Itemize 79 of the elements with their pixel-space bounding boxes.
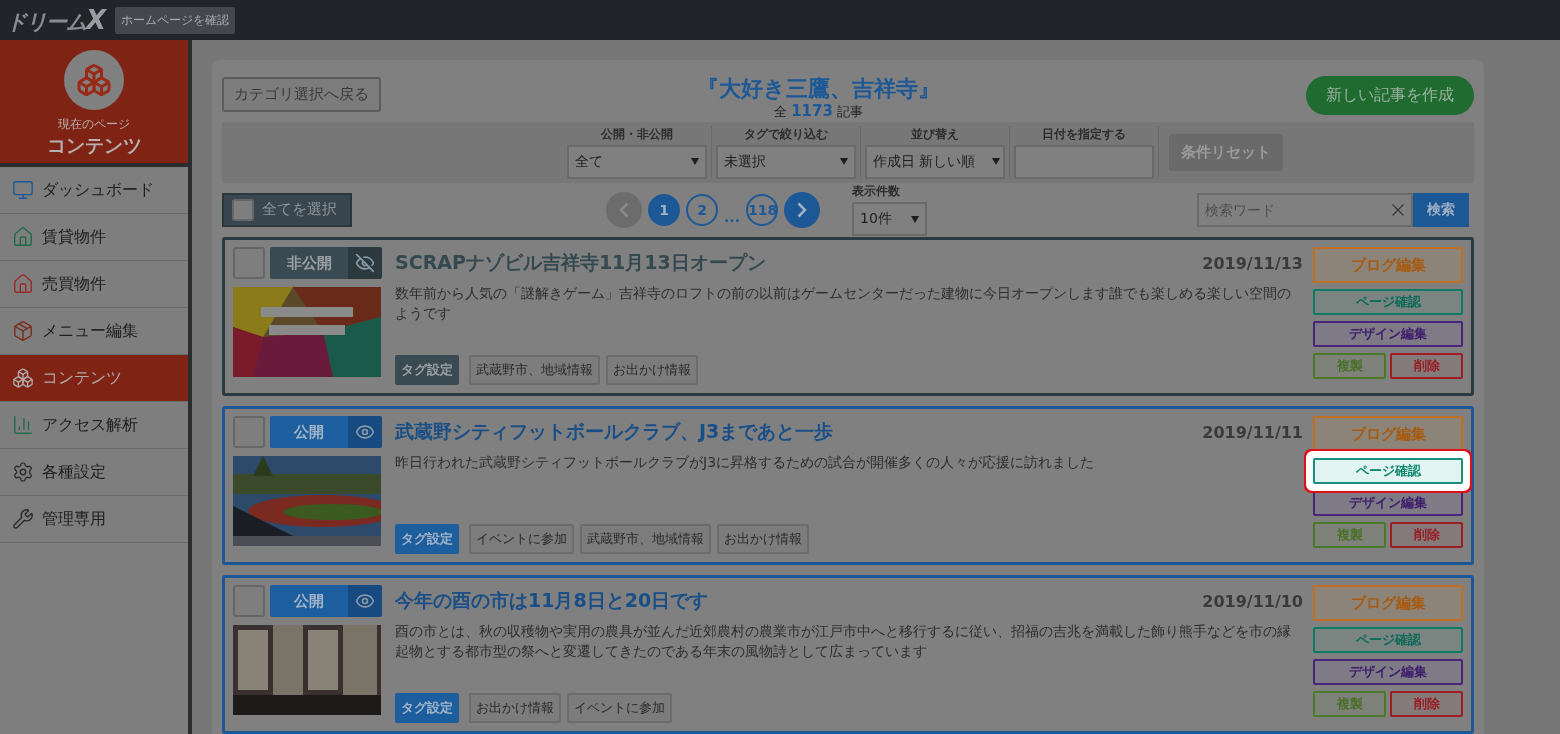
view-homepage-button[interactable]: ホームページを確認 [115, 6, 236, 34]
sidebar-item-label: コンテンツ [42, 367, 122, 389]
sidebar-item-label: ダッシュボード [42, 179, 154, 201]
back-to-categories-button[interactable]: カテゴリ選択へ戻る [222, 77, 381, 112]
design-action-button[interactable]: デザイン編集 [1313, 321, 1463, 347]
caret-icon [910, 215, 919, 223]
tag-settings-button[interactable]: タグ設定 [395, 355, 459, 385]
checkbox[interactable] [233, 416, 265, 448]
cubes-icon [12, 367, 34, 389]
sidebar-item-label: メニュー編集 [42, 320, 138, 342]
caret-icon [840, 158, 848, 166]
tag: イベントに参加 [567, 693, 672, 723]
sidebar-item-label: アクセス解析 [42, 414, 138, 436]
filter-label: 公開・非公開 [601, 125, 673, 143]
ellipsis: ... [724, 208, 740, 225]
tag: 武蔵野市、地域情報 [469, 355, 600, 385]
tag-settings-button[interactable]: タグ設定 [395, 693, 459, 723]
article-excerpt: 酉の市とは、秋の収穫物や実用の農具が並んだ近郊農村の農業市が江戸市中へと移行するに従い、招福の吉兆を満載した飾り熊手などを市の縁起物とする都市型の祭へと変遷してきたのである年末の風物詩として広まっています [395, 622, 1292, 661]
article-date: 2019/11/13 [1202, 253, 1303, 273]
checkbox[interactable] [232, 198, 254, 221]
house-icon [12, 226, 34, 248]
sidebar-item-label: 賃貸物件 [42, 226, 106, 248]
article-date: 2019/11/11 [1202, 422, 1303, 442]
caret-icon [992, 158, 1000, 166]
tag: お出かけ情報 [606, 355, 698, 385]
article-excerpt: 昨日行われた武蔵野シティフットボールクラブがJ3に昇格するための試合が開催多くの人々が応援に訪れました [395, 453, 1096, 472]
article-title[interactable]: SCRAPナゾビル吉祥寺11月13日オープン [395, 250, 766, 276]
tag-settings-button[interactable]: タグ設定 [395, 524, 459, 554]
logo[interactable]: ドリームX [6, 4, 106, 36]
new-article-button[interactable]: 新しい記事を作成 [1306, 76, 1474, 115]
category-title: 『大好き三鷹、吉祥寺』 [697, 76, 940, 102]
page-button[interactable]: 2 [686, 193, 718, 226]
cube-icon [12, 320, 34, 342]
design-action-button[interactable]: デザイン編集 [1313, 659, 1463, 685]
settings-icon [12, 461, 34, 483]
wrench-icon [12, 508, 34, 530]
select-all-label: 全てを選択 [262, 200, 337, 220]
article-count: 全 1173 記事 [774, 102, 863, 121]
tag: イベントに参加 [469, 524, 574, 554]
filter-select[interactable]: 作成日 新しい順 [865, 144, 1005, 179]
caret-icon [691, 158, 699, 166]
sidebar-item-label: 各種設定 [42, 461, 106, 483]
article-title[interactable]: 武蔵野シティフットボールクラブ、J3まであと一歩 [395, 419, 834, 445]
article-title[interactable]: 今年の酉の市は11月8日と20日です [395, 588, 709, 614]
chevron-right-icon [796, 201, 807, 218]
sidebar-item-label: 管理専用 [42, 508, 106, 530]
page-button[interactable]: 118 [745, 193, 778, 226]
delete-action-button[interactable]: 削除 [1390, 522, 1463, 548]
cubes-icon [64, 50, 124, 110]
tag: 武蔵野市、地域情報 [580, 524, 711, 554]
select-all-button[interactable]: 全てを選択 [222, 192, 352, 227]
per-page-select[interactable]: 10件 [851, 202, 927, 237]
current-page-title: コンテンツ [46, 133, 142, 158]
filter-label: タグで絞り込む [744, 125, 828, 143]
chevron-left-icon [619, 201, 629, 218]
sidebar-item-label: 売買物件 [42, 273, 106, 295]
next-page-button[interactable] [783, 191, 820, 228]
article-excerpt: 数年前から人気の「謎解きゲーム」吉祥寺のロフトの前の以前はゲームセンターだった建物に今日オープンします誰でも楽しめる楽しい空間のようです [395, 284, 1292, 323]
page-button[interactable]: 1 [648, 193, 680, 226]
sidebar-item[interactable]: コンテンツ [0, 355, 188, 402]
filter-select[interactable]: 未選択 [716, 144, 856, 179]
bar-chart-icon [12, 414, 34, 436]
house-icon [12, 273, 34, 295]
search-button[interactable]: 検索 [1413, 192, 1469, 227]
delete-action-button[interactable]: 削除 [1390, 691, 1463, 717]
filter-select[interactable]: 全て [567, 144, 707, 179]
delete-action-button[interactable]: 削除 [1390, 353, 1463, 379]
monitor-icon [12, 179, 34, 201]
checkbox[interactable] [233, 585, 265, 617]
page-action-button[interactable]: ページ確認 [1313, 627, 1463, 653]
filter-label: 並び替え [911, 125, 959, 143]
tag: お出かけ情報 [469, 693, 561, 723]
filter-label: 日付を指定する [1042, 125, 1126, 143]
checkbox[interactable] [233, 247, 265, 279]
current-page-label: 現在のページ [58, 116, 130, 133]
page-action-button[interactable]: ページ確認 [1313, 289, 1463, 315]
article-date: 2019/11/10 [1202, 591, 1303, 611]
tag: お出かけ情報 [717, 524, 809, 554]
per-page-label: 表示件数 [851, 183, 900, 201]
